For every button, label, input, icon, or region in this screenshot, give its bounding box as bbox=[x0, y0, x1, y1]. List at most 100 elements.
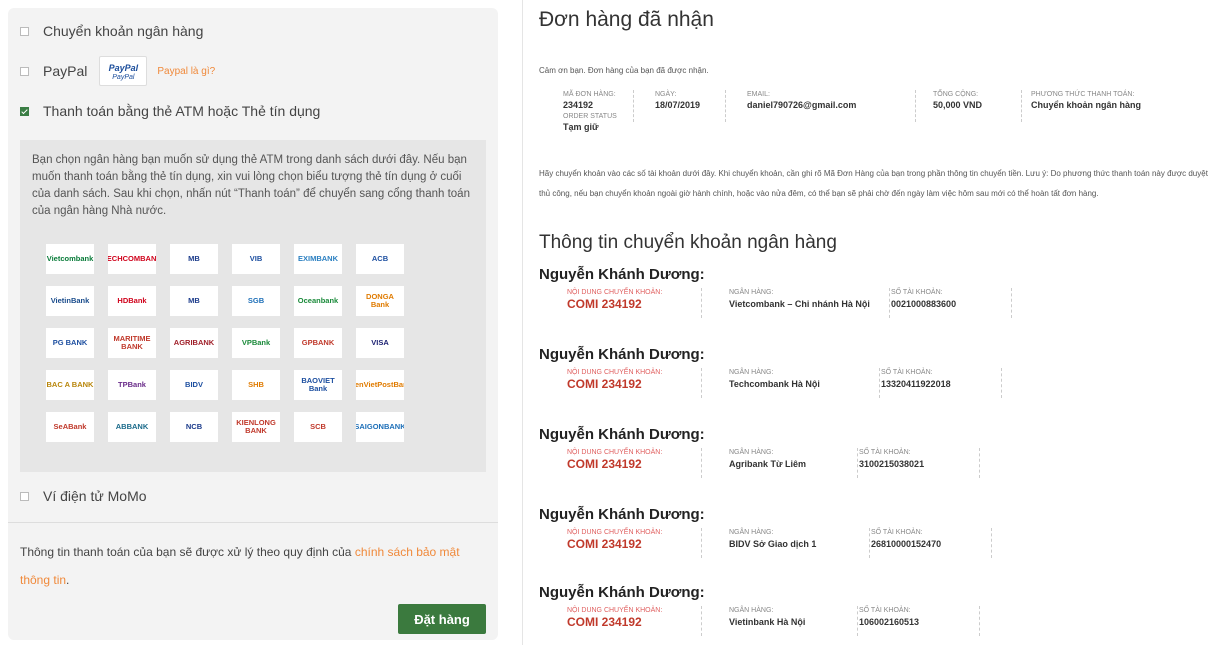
bank-logo[interactable]: DONGA Bank bbox=[356, 286, 404, 316]
bank-logo[interactable]: VPBank bbox=[232, 328, 280, 358]
option-bank-transfer[interactable]: Chuyển khoản ngân hàng bbox=[20, 23, 203, 39]
option-atm-card[interactable]: Thanh toán bằng thẻ ATM hoặc Thẻ tín dụn… bbox=[20, 103, 320, 119]
place-order-button[interactable]: Đặt hàng bbox=[398, 604, 486, 634]
transfer-instructions: Hãy chuyển khoản vào các số tài khoản dư… bbox=[539, 169, 1208, 198]
transfer-content-label: NỘI DUNG CHUYỂN KHOẢN: bbox=[567, 449, 663, 456]
bank-logo[interactable]: ACB bbox=[356, 244, 404, 274]
divider bbox=[8, 522, 498, 523]
bank-logo[interactable]: PG BANK bbox=[46, 328, 94, 358]
order-status: ORDER STATUS Tạm giữ bbox=[563, 112, 617, 133]
transfer-content-field: NỘI DUNG CHUYỂN KHOẢN: COMI 234192 bbox=[567, 528, 702, 558]
bank-logo[interactable]: AGRIBANK bbox=[170, 328, 218, 358]
account-number-field: SỐ TÀI KHOẢN: 3100215038021 bbox=[859, 448, 980, 478]
checkbox-atm-card[interactable] bbox=[20, 106, 29, 116]
bank-logo[interactable]: VIB bbox=[232, 244, 280, 274]
summary-label: PHƯƠNG THỨC THANH TOÁN: bbox=[1031, 91, 1135, 98]
option-atm-card-label: Thanh toán bằng thẻ ATM hoặc Thẻ tín dụn… bbox=[43, 103, 321, 119]
bank-name-value: Agribank Từ Liêm bbox=[729, 459, 807, 469]
paypal-logo-text: PayPal bbox=[112, 73, 135, 81]
summary-value: 234192 bbox=[563, 100, 594, 110]
order-status-value: Tạm giữ bbox=[563, 122, 599, 132]
thanks-message: Cảm ơn bạn. Đơn hàng của bạn đã được nhậ… bbox=[539, 66, 709, 75]
bank-name-field: NGÂN HÀNG: Vietinbank Hà Nội bbox=[729, 606, 858, 636]
bank-logo[interactable]: SGB bbox=[232, 286, 280, 316]
paypal-help-link[interactable]: Paypal là gì? bbox=[157, 66, 215, 77]
atm-bank-box: Bạn chọn ngân hàng bạn muốn sử dụng thẻ … bbox=[20, 140, 486, 472]
page-title: Đơn hàng đã nhận bbox=[539, 8, 714, 31]
account-number-label: SỐ TÀI KHOẢN: bbox=[871, 529, 923, 536]
bank-logo[interactable]: TPBank bbox=[108, 370, 156, 400]
checkbox-momo[interactable] bbox=[20, 491, 29, 501]
bank-logo[interactable]: MB bbox=[170, 244, 218, 274]
account-number-label: SỐ TÀI KHOẢN: bbox=[859, 449, 911, 456]
bank-account: Nguyễn Khánh Dương: NỘI DUNG CHUYỂN KHOẢN… bbox=[539, 426, 1199, 478]
summary-value: daniel790726@gmail.com bbox=[747, 100, 857, 110]
option-momo[interactable]: Ví điện tử MoMo bbox=[20, 488, 147, 504]
bank-logo[interactable]: EXIMBANK bbox=[294, 244, 342, 274]
transfer-content-label: NỘI DUNG CHUYỂN KHOẢN: bbox=[567, 607, 663, 614]
bank-name-field: NGÂN HÀNG: Techcombank Hà Nội bbox=[729, 368, 880, 398]
account-holder-name: Nguyễn Khánh Dương: bbox=[539, 506, 705, 523]
account-number-label: SỐ TÀI KHOẢN: bbox=[881, 369, 933, 376]
summary-email: EMAIL: daniel790726@gmail.com bbox=[747, 90, 916, 122]
order-received-panel: Đơn hàng đã nhận Cảm ơn bạn. Đơn hàng củ… bbox=[522, 0, 1213, 645]
option-bank-transfer-label: Chuyển khoản ngân hàng bbox=[43, 23, 204, 39]
account-number-field: SỐ TÀI KHOẢN: 26810000152470 bbox=[871, 528, 992, 558]
bank-logo[interactable]: GPBANK bbox=[294, 328, 342, 358]
bank-account: Nguyễn Khánh Dương: NỘI DUNG CHUYỂN KHOẢN… bbox=[539, 584, 1199, 636]
transfer-content-code: COMI 234192 bbox=[567, 615, 642, 629]
bank-name-field: NGÂN HÀNG: Vietcombank – Chi nhánh Hà Nội bbox=[729, 288, 890, 318]
bank-name-label: NGÂN HÀNG: bbox=[729, 369, 774, 376]
transfer-content-field: NỘI DUNG CHUYỂN KHOẢN: COMI 234192 bbox=[567, 606, 702, 636]
account-holder-name: Nguyễn Khánh Dương: bbox=[539, 426, 705, 443]
bank-logo[interactable]: VISA bbox=[356, 328, 404, 358]
bank-logo[interactable]: LienVietPostBank bbox=[356, 370, 404, 400]
order-status-label: ORDER STATUS bbox=[563, 113, 617, 120]
summary-value: 50,000 VND bbox=[933, 100, 983, 110]
account-number-field: SỐ TÀI KHOẢN: 0021000883600 bbox=[891, 288, 1012, 318]
bank-logo[interactable]: VietinBank bbox=[46, 286, 94, 316]
option-paypal-label: PayPal bbox=[43, 63, 88, 79]
bank-logo[interactable]: Oceanbank bbox=[294, 286, 342, 316]
privacy-note-text: Thông tin thanh toán của bạn sẽ được xử … bbox=[20, 545, 355, 559]
bank-logo[interactable]: SeABank bbox=[46, 412, 94, 442]
privacy-note: Thông tin thanh toán của bạn sẽ được xử … bbox=[20, 538, 490, 594]
bank-section-title: Thông tin chuyển khoản ngân hàng bbox=[539, 232, 837, 253]
summary-label: MÃ ĐƠN HÀNG: bbox=[563, 91, 616, 98]
bank-logo[interactable]: SHB bbox=[232, 370, 280, 400]
account-number-label: SỐ TÀI KHOẢN: bbox=[859, 607, 911, 614]
bank-logo[interactable]: BAC A BANK bbox=[46, 370, 94, 400]
checkbox-bank-transfer[interactable] bbox=[20, 26, 29, 36]
bank-name-value: Techcombank Hà Nội bbox=[729, 379, 820, 389]
summary-label: EMAIL: bbox=[747, 91, 770, 98]
bank-logo[interactable]: SAIGONBANK bbox=[356, 412, 404, 442]
bank-logo[interactable]: NCB bbox=[170, 412, 218, 442]
bank-logo[interactable]: TECHCOMBANK bbox=[108, 244, 156, 274]
transfer-content-code: COMI 234192 bbox=[567, 377, 642, 391]
transfer-content-label: NỘI DUNG CHUYỂN KHOẢN: bbox=[567, 289, 663, 296]
bank-name-field: NGÂN HÀNG: Agribank Từ Liêm bbox=[729, 448, 858, 478]
bank-logo[interactable]: BAOVIET Bank bbox=[294, 370, 342, 400]
bank-logo[interactable]: SCB bbox=[294, 412, 342, 442]
checkbox-paypal[interactable] bbox=[20, 66, 29, 76]
payment-panel: Chuyển khoản ngân hàng PayPal PayPal Pay… bbox=[8, 8, 498, 640]
bank-logo[interactable]: Vietcombank bbox=[46, 244, 94, 274]
summary-value: Chuyển khoản ngân hàng bbox=[1031, 100, 1142, 110]
summary-date: NGÀY: 18/07/2019 bbox=[655, 90, 726, 122]
bank-logo[interactable]: MARITIME BANK bbox=[108, 328, 156, 358]
bank-logo[interactable]: BIDV bbox=[170, 370, 218, 400]
bank-account: Nguyễn Khánh Dương: NỘI DUNG CHUYỂN KHOẢN… bbox=[539, 346, 1199, 398]
bank-logo[interactable]: MB bbox=[170, 286, 218, 316]
transfer-content-field: NỘI DUNG CHUYỂN KHOẢN: COMI 234192 bbox=[567, 288, 702, 318]
account-number-value: 0021000883600 bbox=[891, 299, 957, 309]
transfer-content-code: COMI 234192 bbox=[567, 457, 642, 471]
summary-label: NGÀY: bbox=[655, 91, 677, 98]
option-paypal[interactable]: PayPal PayPal PayPal Paypal là gì? bbox=[20, 56, 215, 86]
bank-account: Nguyễn Khánh Dương: NỘI DUNG CHUYỂN KHOẢN… bbox=[539, 506, 1199, 558]
paypal-logo: PayPal PayPal bbox=[99, 56, 148, 86]
account-holder-name: Nguyễn Khánh Dương: bbox=[539, 346, 705, 363]
account-number-value: 3100215038021 bbox=[859, 459, 925, 469]
bank-logo[interactable]: ABBANK bbox=[108, 412, 156, 442]
bank-logo[interactable]: KIENLONG BANK bbox=[232, 412, 280, 442]
bank-logo[interactable]: HDBank bbox=[108, 286, 156, 316]
